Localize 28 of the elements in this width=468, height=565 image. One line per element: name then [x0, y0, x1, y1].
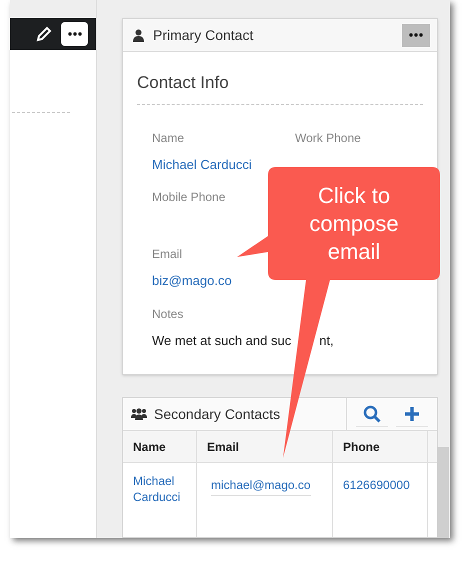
- scrollbar[interactable]: [437, 447, 449, 538]
- more-button[interactable]: [402, 24, 430, 46]
- notes-text: We met at such and suc: [152, 332, 292, 350]
- more-icon: [68, 32, 82, 36]
- field-label: Work Phone: [295, 130, 362, 146]
- more-icon: [409, 33, 423, 37]
- section-heading: Contact Info: [137, 70, 423, 104]
- pencil-icon[interactable]: [35, 25, 53, 43]
- more-button[interactable]: [61, 22, 88, 46]
- name-link[interactable]: Michael Carducci: [133, 473, 196, 506]
- callout-text: Click to compose email: [308, 182, 400, 266]
- search-icon: [363, 404, 381, 423]
- column-header: Name: [123, 431, 197, 462]
- notes-text: nt,: [319, 332, 334, 350]
- plus-icon: [404, 406, 420, 422]
- field-link[interactable]: biz@mago.co: [152, 271, 232, 290]
- column-header: Phone: [333, 431, 428, 462]
- field-label: Notes: [152, 306, 184, 322]
- field-label: Email: [152, 246, 184, 263]
- person-icon: [133, 28, 144, 42]
- card-title: Secondary Contacts: [154, 404, 280, 424]
- phone-link[interactable]: 6126690000: [343, 477, 410, 494]
- field-label: Mobile Phone: [152, 189, 226, 206]
- card-title: Primary Contact: [153, 26, 254, 45]
- users-icon: [131, 408, 147, 420]
- field-label: Name: [152, 130, 186, 146]
- email-link[interactable]: michael@mago.co: [211, 477, 311, 496]
- field-link[interactable]: Michael Carducci: [152, 154, 252, 174]
